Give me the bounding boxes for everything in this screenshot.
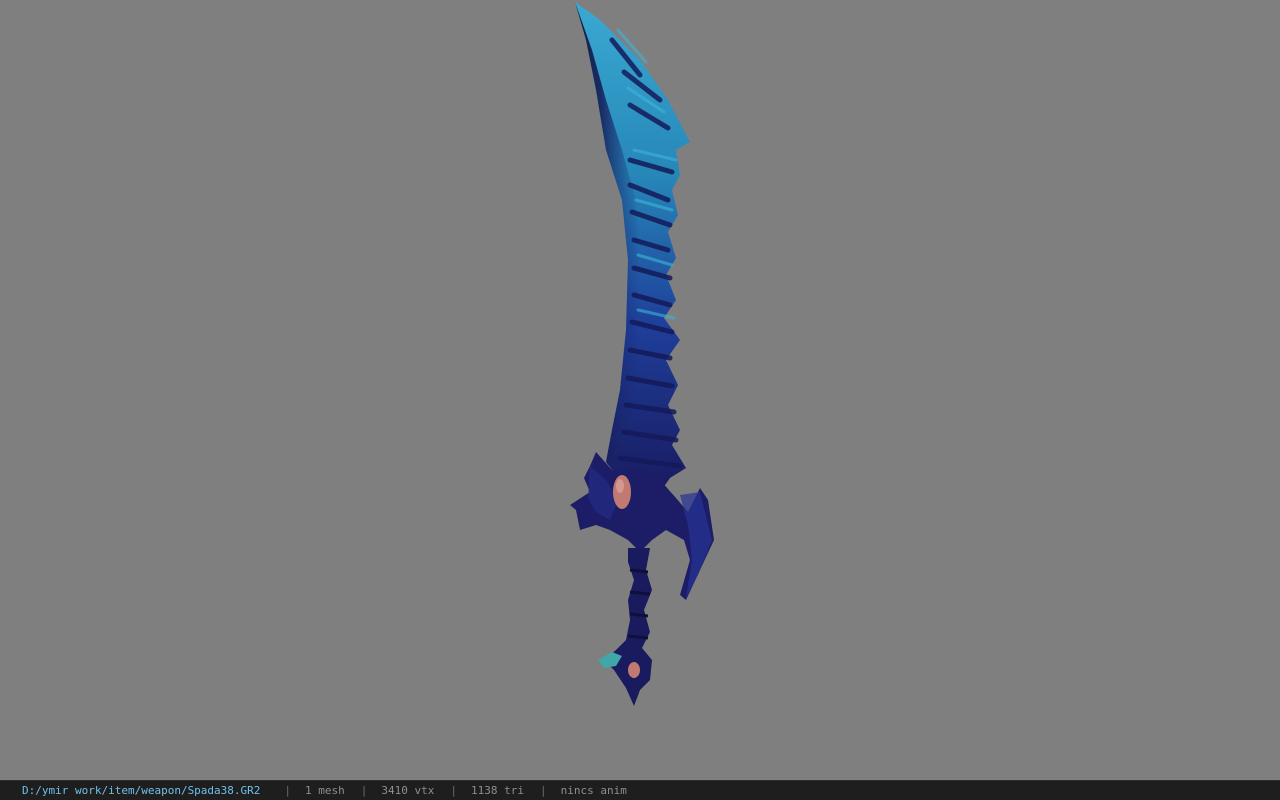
status-bar: D:/ymir work/item/weapon/Spada38.GR2 | 1… [0,780,1280,800]
file-path: D:/ymir work/item/weapon/Spada38.GR2 [22,784,261,797]
sword-model [570,2,714,706]
pommel-gem [628,662,640,678]
mesh-count: 1 mesh [305,784,345,797]
vertex-count: 3410 vtx [381,784,435,797]
status-separator: | [540,784,547,797]
triangle-count: 1138 tri [471,784,525,797]
status-separator: | [450,784,458,797]
animation-status: nincs anim [560,784,627,797]
status-separator: | [284,784,292,797]
status-separator: | [360,784,368,797]
model-viewport[interactable] [0,0,1280,780]
